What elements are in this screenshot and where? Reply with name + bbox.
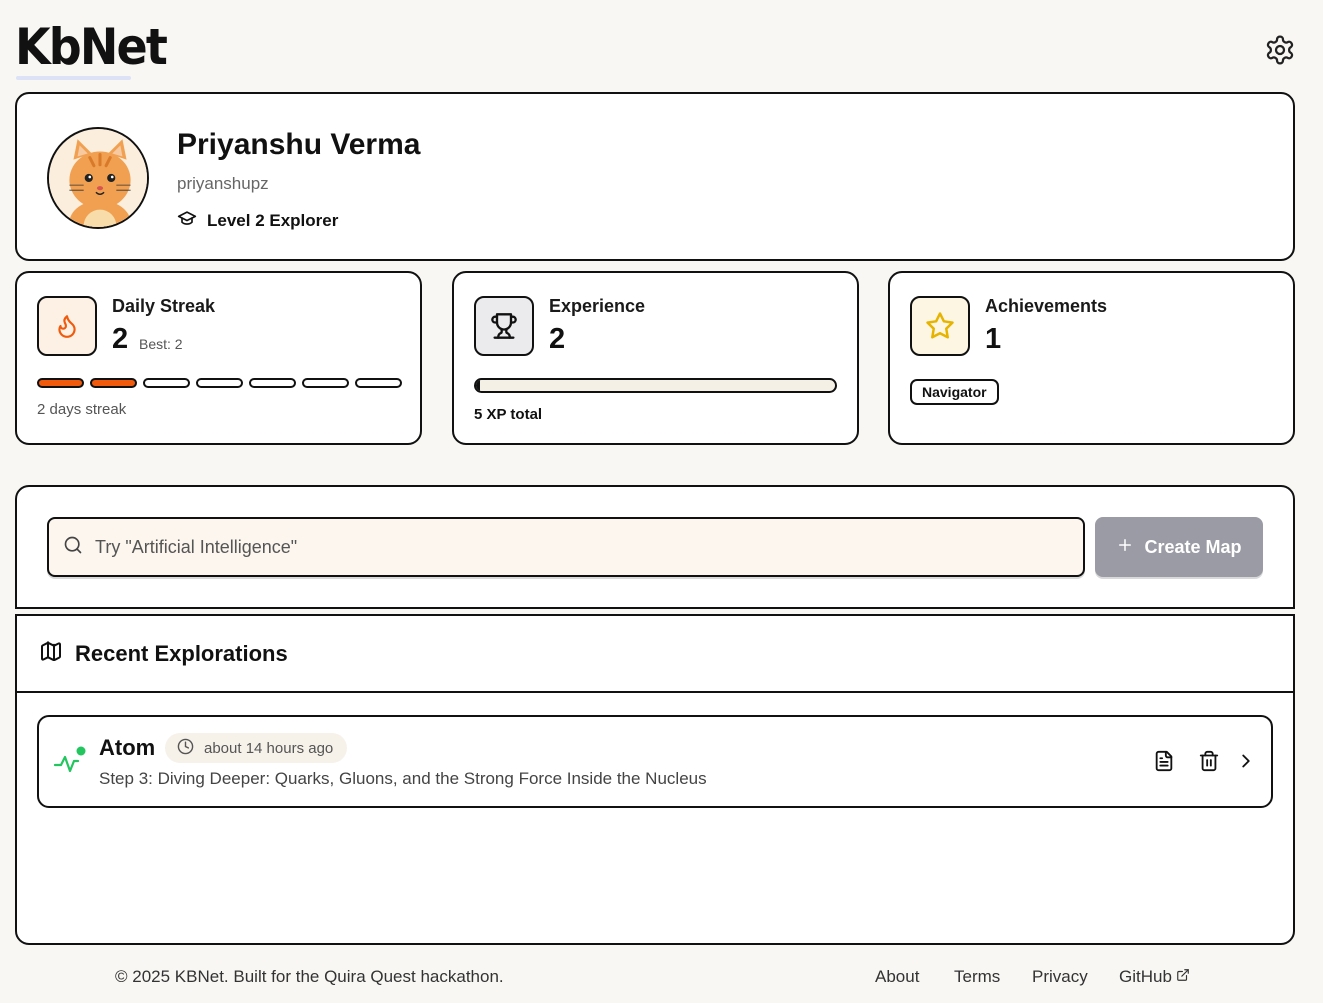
star-icon (910, 296, 970, 356)
streak-card: Daily Streak 2 Best: 2 2 days streak (15, 271, 422, 445)
profile-username: priyanshupz (177, 174, 269, 193)
recent-title: Recent Explorations (75, 640, 288, 666)
streak-day-5 (249, 378, 296, 388)
recent-header: Recent Explorations (17, 616, 1293, 693)
gear-icon[interactable] (1264, 34, 1296, 66)
experience-title: Experience (549, 296, 646, 316)
map-icon (39, 639, 63, 668)
search-icon (63, 535, 83, 560)
github-link-label: GitHub (1119, 967, 1172, 986)
avatar (47, 127, 149, 229)
experience-value: 2 (549, 323, 566, 355)
level-label: Level 2 Explorer (207, 210, 339, 230)
profile-name: Priyanshu Verma (177, 128, 421, 161)
streak-day-1 (37, 378, 84, 388)
create-map-label: Create Map (1144, 536, 1242, 557)
xp-label: 5 XP total (474, 406, 543, 423)
streak-day-4 (196, 378, 243, 388)
exploration-time-badge: about 14 hours ago (165, 733, 348, 763)
xp-progress-fill (476, 380, 480, 391)
experience-card: Experience 2 5 XP total (452, 271, 859, 445)
streak-day-6 (302, 378, 349, 388)
profile-card: Priyanshu Verma priyanshupz Level 2 Expl… (15, 92, 1295, 261)
search-input[interactable] (95, 536, 1083, 558)
create-map-button[interactable]: Create Map (1095, 517, 1263, 577)
streak-label: 2 days streak (37, 401, 127, 418)
trophy-icon (474, 296, 534, 356)
plus-icon (1116, 536, 1134, 559)
streak-value: 2 (112, 323, 129, 355)
streak-day-3 (143, 378, 190, 388)
trash-icon[interactable] (1198, 750, 1222, 774)
achievements-value: 1 (985, 323, 1002, 355)
achievement-badge[interactable]: Navigator (910, 379, 999, 405)
xp-progress-bar (474, 378, 837, 393)
chevron-right-icon[interactable] (1235, 750, 1259, 774)
logo-underline (16, 76, 131, 80)
streak-day-2 (90, 378, 137, 388)
footer-copyright: © 2025 KBNet. Built for the Quira Quest … (115, 967, 504, 986)
exploration-title: Atom (99, 735, 156, 760)
footer-link-privacy[interactable]: Privacy (1032, 967, 1088, 987)
achievements-title: Achievements (985, 296, 1108, 316)
graduation-cap-icon (177, 208, 197, 233)
search-box[interactable] (47, 517, 1085, 577)
footer-link-terms[interactable]: Terms (954, 967, 1000, 987)
streak-progress (37, 378, 402, 388)
streak-title: Daily Streak (112, 296, 216, 316)
recent-explorations: Recent Explorations Atom about 14 hours … (15, 614, 1295, 945)
search-panel: Create Map (15, 485, 1295, 609)
external-link-icon (1176, 967, 1190, 987)
exploration-item[interactable]: Atom about 14 hours ago Step 3: Diving D… (37, 715, 1273, 808)
exploration-description: Step 3: Diving Deeper: Quarks, Gluons, a… (99, 769, 707, 788)
footer-link-about[interactable]: About (875, 967, 919, 987)
profile-level: Level 2 Explorer (177, 208, 338, 233)
achievements-card: Achievements 1 Navigator (888, 271, 1295, 445)
clock-icon (177, 738, 194, 759)
document-icon[interactable] (1153, 750, 1177, 774)
activity-icon (53, 743, 87, 777)
streak-day-7 (355, 378, 402, 388)
footer-link-github[interactable]: GitHub (1119, 967, 1190, 987)
exploration-time: about 14 hours ago (204, 739, 334, 757)
streak-best: Best: 2 (139, 336, 183, 352)
app-logo[interactable]: KbNet (15, 18, 168, 76)
flame-icon (37, 296, 97, 356)
